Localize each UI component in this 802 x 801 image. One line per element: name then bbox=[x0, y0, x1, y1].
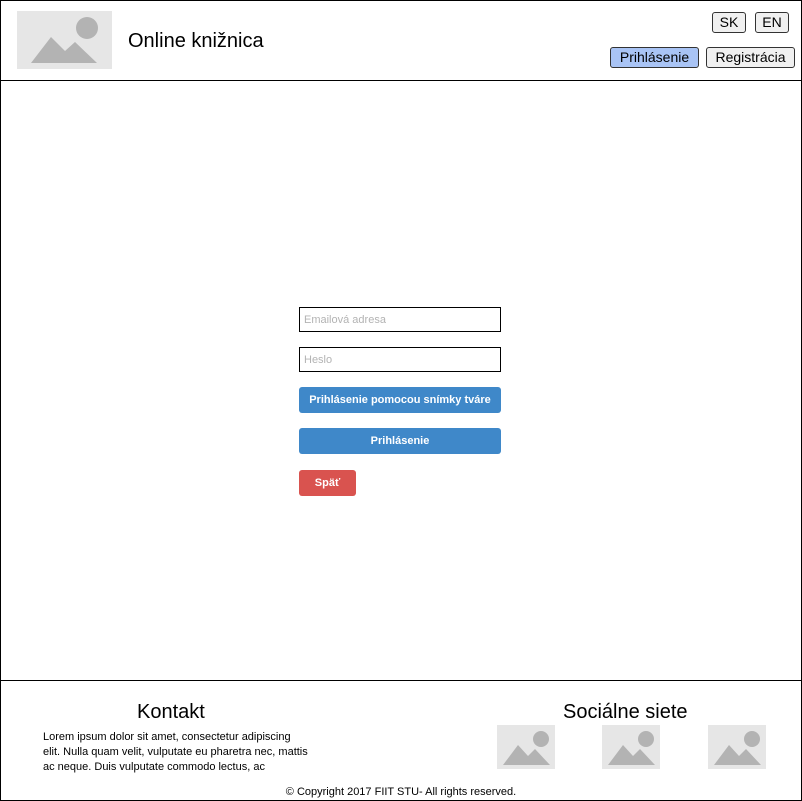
logo-image-placeholder-icon bbox=[17, 11, 112, 69]
password-input[interactable] bbox=[299, 347, 501, 372]
nav-register-button[interactable]: Registrácia bbox=[706, 47, 795, 68]
social-heading: Sociálne siete bbox=[563, 701, 688, 723]
footer: Kontakt Lorem ipsum dolor sit amet, cons… bbox=[0, 680, 802, 801]
login-button[interactable]: Prihlásenie bbox=[299, 428, 501, 454]
main-content bbox=[0, 81, 802, 681]
nav-login-button[interactable]: Prihlásenie bbox=[610, 47, 699, 68]
email-input[interactable] bbox=[299, 307, 501, 332]
back-button[interactable]: Späť bbox=[299, 470, 356, 496]
language-en-button[interactable]: EN bbox=[755, 12, 789, 33]
social-1-image-placeholder-icon[interactable] bbox=[497, 725, 555, 769]
language-sk-button[interactable]: SK bbox=[712, 12, 746, 33]
contact-text: Lorem ipsum dolor sit amet, consectetur … bbox=[43, 731, 308, 773]
face-login-button[interactable]: Prihlásenie pomocou snímky tváre bbox=[299, 387, 501, 413]
contact-heading: Kontakt bbox=[137, 701, 205, 723]
social-3-image-placeholder-icon[interactable] bbox=[708, 725, 766, 769]
copyright-text: © Copyright 2017 FIIT STU- All rights re… bbox=[285, 786, 517, 798]
social-2-image-placeholder-icon[interactable] bbox=[602, 725, 660, 769]
site-title: Online knižnica bbox=[128, 30, 264, 52]
header: Online knižnica SK EN Prihlásenie Regist… bbox=[0, 0, 802, 81]
